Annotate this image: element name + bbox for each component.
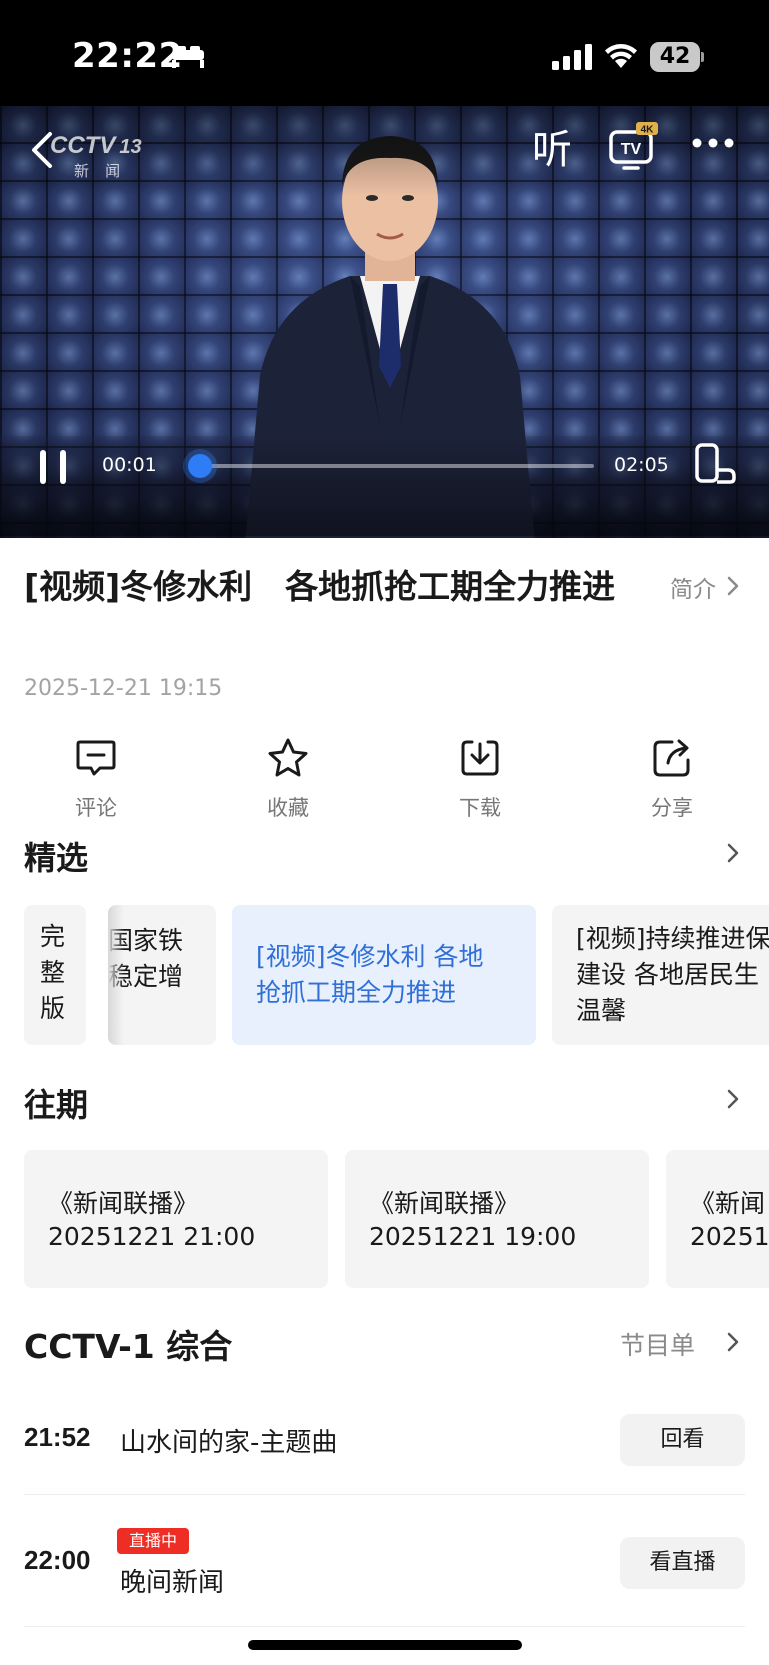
duration-time: 02:05 xyxy=(614,454,669,476)
channel-number: 13 xyxy=(119,136,142,158)
tv-label: TV xyxy=(621,141,642,158)
replay-button[interactable]: 回看 xyxy=(620,1414,745,1466)
program-name: 晚间新闻 xyxy=(120,1568,225,1598)
episode-name: 《新闻联播》 xyxy=(369,1189,520,1218)
battery-level: 42 xyxy=(650,42,700,72)
progress-bar[interactable] xyxy=(187,454,594,478)
video-title: [视频]冬修水利 各地抓抢工期全力推进 xyxy=(24,567,616,606)
episode-name: 《新闻 xyxy=(690,1189,766,1218)
status-bar: 22:22 42 xyxy=(0,0,769,106)
status-time: 22:22 xyxy=(72,36,183,76)
pause-icon[interactable] xyxy=(38,446,70,488)
featured-card-next[interactable]: [视频]持续推进保 建设 各地居民生 温馨 xyxy=(552,905,769,1045)
download-label: 下载 xyxy=(459,796,501,820)
tv-cast-icon[interactable]: TV 4K xyxy=(608,122,658,172)
schedule-link[interactable]: 节目单 xyxy=(620,1326,695,1362)
sleep-mode-icon xyxy=(172,46,204,68)
past-episode-card[interactable]: 《新闻 20251 xyxy=(666,1150,769,1288)
fullscreen-rotate-icon[interactable] xyxy=(694,442,738,486)
intro-link[interactable]: 简介 xyxy=(670,570,716,604)
channel-subtitle: 新 闻 xyxy=(74,163,127,180)
episode-time: 20251 xyxy=(690,1222,769,1251)
episode-name: 《新闻联播》 xyxy=(48,1189,199,1218)
program-time: 22:00 xyxy=(24,1545,91,1575)
schedule-chevron-right-icon[interactable] xyxy=(726,1331,740,1353)
wifi-icon xyxy=(605,44,637,68)
download-button[interactable]: 下载 xyxy=(430,736,530,822)
share-label: 分享 xyxy=(651,796,693,820)
past-section-title: 往期 xyxy=(24,1086,89,1124)
4k-badge: 4K xyxy=(641,125,655,136)
favorite-label: 收藏 xyxy=(267,796,309,820)
comment-label: 评论 xyxy=(75,796,117,820)
cellular-signal-icon xyxy=(552,44,592,70)
episode-time: 20251221 19:00 xyxy=(369,1222,577,1251)
favorite-button[interactable]: 收藏 xyxy=(238,736,338,822)
listen-audio-button[interactable]: 听 xyxy=(528,126,576,174)
battery-icon: 42 xyxy=(650,42,704,72)
program-time: 21:52 xyxy=(24,1422,91,1452)
channel-title: CCTV-1 综合 xyxy=(24,1327,233,1366)
star-icon xyxy=(268,738,308,777)
featured-card-full-version[interactable]: 完 整 版 xyxy=(24,905,86,1045)
program-name: 山水间的家-主题曲 xyxy=(120,1428,338,1458)
featured-card-current[interactable]: [视频]冬修水利 各地 抢抓工期全力推进 xyxy=(232,905,536,1045)
share-icon xyxy=(653,739,690,777)
featured-card-text: 完 整 版 xyxy=(40,919,70,1027)
past-chevron-right-icon[interactable] xyxy=(726,1088,740,1110)
past-episode-card[interactable]: 《新闻联播》 20251221 21:00 xyxy=(24,1150,328,1288)
featured-card-label: 完 整 版 xyxy=(40,922,66,1023)
channel-logo-text: CCTV xyxy=(50,132,116,159)
featured-card-text: 国家铁 稳定增 xyxy=(108,926,184,991)
comment-button[interactable]: 评论 xyxy=(46,736,146,822)
publish-date: 2025-12-21 19:15 xyxy=(24,676,223,701)
video-player[interactable]: CCTV 13 新 闻 听 TV 4K 00:01 02:05 xyxy=(0,106,769,538)
featured-card-text: [视频]持续推进保 建设 各地居民生 温馨 xyxy=(576,924,769,1025)
past-episode-card[interactable]: 《新闻联播》 20251221 19:00 xyxy=(345,1150,649,1288)
featured-card-railway[interactable]: 国家铁 稳定增 xyxy=(108,905,216,1045)
progress-handle[interactable] xyxy=(187,454,212,478)
episode-time: 20251221 21:00 xyxy=(48,1222,256,1251)
featured-section-title: 精选 xyxy=(24,839,89,877)
download-icon xyxy=(461,740,499,776)
chevron-right-icon[interactable] xyxy=(726,575,740,597)
more-options-icon[interactable] xyxy=(690,136,736,150)
channel-logo: CCTV 13 新 闻 xyxy=(50,132,142,180)
featured-card-text: [视频]冬修水利 各地 抢抓工期全力推进 xyxy=(256,942,484,1007)
share-button[interactable]: 分享 xyxy=(622,736,722,822)
current-time: 00:01 xyxy=(102,454,157,476)
comment-icon xyxy=(76,740,116,776)
home-indicator xyxy=(248,1640,522,1650)
featured-chevron-right-icon[interactable] xyxy=(726,842,740,864)
watch-live-button[interactable]: 看直播 xyxy=(620,1537,745,1589)
live-badge: 直播中 xyxy=(117,1528,189,1554)
